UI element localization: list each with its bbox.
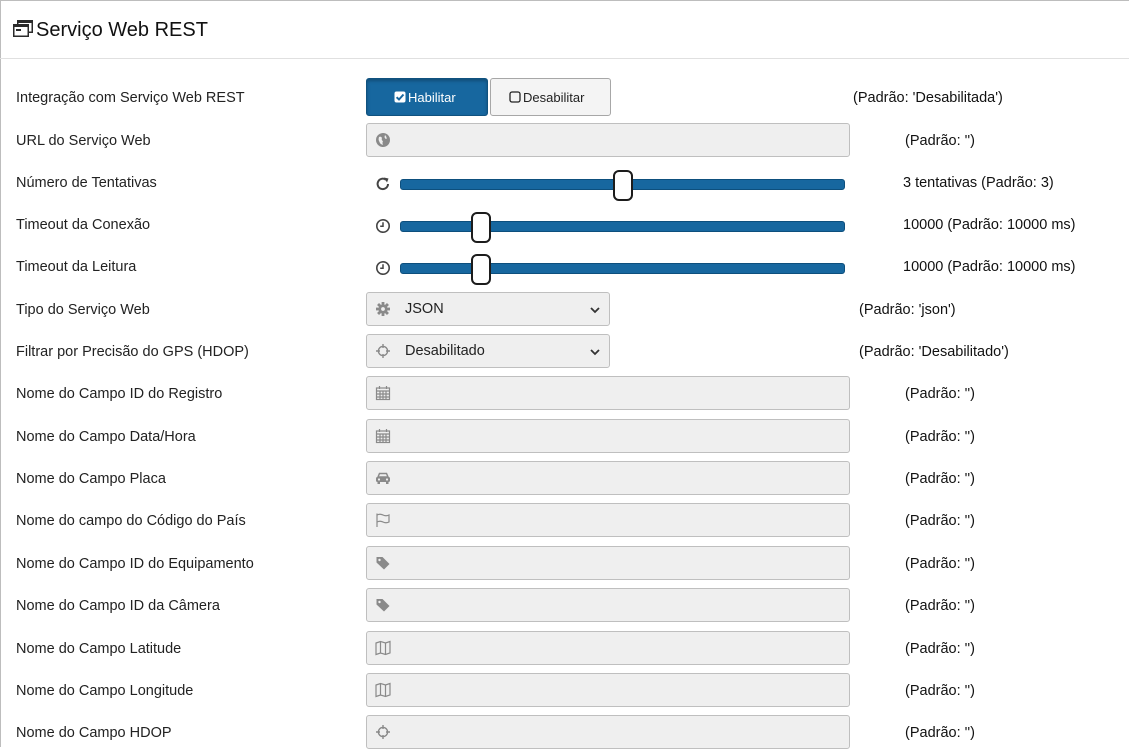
url-input[interactable] — [366, 123, 850, 157]
tentativas-label: Número de Tentativas — [16, 175, 157, 191]
row-campo-pais: Nome do campo do Código do País (Padrão:… — [0, 501, 1129, 543]
tag-icon — [376, 599, 390, 612]
campo-hdop-default: (Padrão: '') — [905, 725, 976, 741]
url-label: URL do Serviço Web — [16, 133, 151, 149]
gear-icon — [376, 302, 390, 316]
hdop-filtro-selected-value: Desabilitado — [405, 343, 485, 359]
timeout-leitura-label: Timeout da Leitura — [16, 259, 137, 275]
disable-button[interactable]: Desabilitar — [490, 78, 611, 116]
campo-data-hora-default: (Padrão: '') — [905, 429, 976, 445]
tag-icon — [376, 557, 390, 570]
timeout-conexao-slider-track[interactable] — [400, 221, 845, 232]
campo-id-registro-default: (Padrão: '') — [905, 386, 976, 402]
campo-camera-default: (Padrão: '') — [905, 598, 976, 614]
enable-button[interactable]: Habilitar — [366, 78, 488, 116]
checkbox-empty-icon — [509, 91, 521, 103]
campo-equipamento-label: Nome do Campo ID do Equipamento — [16, 556, 254, 572]
clock-icon — [376, 261, 390, 275]
calendar-icon — [375, 386, 391, 401]
campo-camera-label: Nome do Campo ID da Câmera — [16, 598, 220, 614]
row-tentativas: Número de Tentativas 3 tentativas (Padrã… — [0, 163, 1129, 205]
disable-button-label: Desabilitar — [523, 90, 585, 105]
crosshair-icon — [376, 344, 390, 358]
row-timeout-leitura: Timeout da Leitura 10000 (Padrão: 10000 … — [0, 247, 1129, 289]
campo-id-registro-label: Nome do Campo ID do Registro — [16, 386, 223, 402]
tentativas-slider-handle[interactable] — [612, 170, 633, 201]
enable-button-label: Habilitar — [408, 90, 456, 105]
globe-icon — [376, 133, 390, 147]
checkbox-checked-icon — [394, 91, 406, 103]
campo-longitude-input[interactable] — [366, 673, 850, 707]
hdop-filtro-label: Filtrar por Precisão do GPS (HDOP) — [16, 344, 249, 360]
campo-placa-label: Nome do Campo Placa — [16, 471, 166, 487]
row-timeout-conexao: Timeout da Conexão 10000 (Padrão: 10000 … — [0, 205, 1129, 247]
timeout-conexao-slider-handle[interactable] — [470, 212, 491, 243]
row-campo-placa: Nome do Campo Placa (Padrão: '') — [0, 459, 1129, 501]
campo-latitude-default: (Padrão: '') — [905, 641, 976, 657]
row-tipo: Tipo do Serviço Web JSON (Padrão: 'json'… — [0, 290, 1129, 332]
timeout-conexao-label: Timeout da Conexão — [16, 217, 151, 233]
chevron-down-icon — [590, 349, 600, 356]
row-hdop-filtro: Filtrar por Precisão do GPS (HDOP) Desab… — [0, 332, 1129, 374]
tipo-selected-value: JSON — [405, 301, 444, 317]
campo-placa-default: (Padrão: '') — [905, 471, 976, 487]
row-campo-longitude: Nome do Campo Longitude (Padrão: '') — [0, 671, 1129, 713]
campo-data-hora-input[interactable] — [366, 419, 850, 453]
campo-id-registro-input[interactable] — [366, 376, 850, 410]
campo-pais-label: Nome do campo do Código do País — [16, 513, 246, 529]
map-icon — [375, 682, 391, 698]
campo-camera-input[interactable] — [366, 588, 850, 622]
row-url: URL do Serviço Web (Padrão: '') — [0, 121, 1129, 163]
tentativas-value: 3 tentativas (Padrão: 3) — [903, 175, 1054, 191]
integracao-default: (Padrão: 'Desabilitada') — [853, 90, 1003, 106]
campo-pais-input[interactable] — [366, 503, 850, 537]
hdop-filtro-select[interactable]: Desabilitado — [366, 334, 610, 368]
campo-hdop-input[interactable] — [366, 715, 850, 749]
refresh-icon — [376, 177, 389, 191]
timeout-leitura-value: 10000 (Padrão: 10000 ms) — [903, 259, 1076, 275]
row-campo-equipamento: Nome do Campo ID do Equipamento (Padrão:… — [0, 544, 1129, 586]
row-campo-camera: Nome do Campo ID da Câmera (Padrão: '') — [0, 586, 1129, 628]
car-icon — [376, 472, 390, 484]
row-integracao: Integração com Serviço Web REST Habilita… — [0, 78, 1129, 120]
row-campo-data-hora: Nome do Campo Data/Hora (Padrão: '') — [0, 417, 1129, 459]
campo-longitude-label: Nome do Campo Longitude — [16, 683, 194, 699]
campo-placa-input[interactable] — [366, 461, 850, 495]
map-icon — [375, 640, 391, 656]
row-campo-id-registro: Nome do Campo ID do Registro (Padrão: ''… — [0, 374, 1129, 416]
timeout-leitura-slider-track[interactable] — [400, 263, 845, 274]
campo-latitude-label: Nome do Campo Latitude — [16, 641, 182, 657]
calendar-icon — [375, 429, 391, 444]
campo-longitude-default: (Padrão: '') — [905, 683, 976, 699]
header-divider — [0, 58, 1129, 59]
timeout-conexao-value: 10000 (Padrão: 10000 ms) — [903, 217, 1076, 233]
tipo-select[interactable]: JSON — [366, 292, 610, 326]
tipo-default: (Padrão: 'json') — [859, 302, 956, 318]
tipo-label: Tipo do Serviço Web — [16, 302, 150, 318]
integracao-label: Integração com Serviço Web REST — [16, 90, 245, 106]
campo-pais-default: (Padrão: '') — [905, 513, 976, 529]
crosshair-icon — [376, 725, 390, 739]
timeout-leitura-slider-handle[interactable] — [470, 254, 491, 285]
window-stack-icon — [13, 20, 33, 37]
flag-icon — [376, 513, 390, 527]
campo-hdop-label: Nome do Campo HDOP — [16, 725, 172, 741]
chevron-down-icon — [590, 307, 600, 314]
url-default: (Padrão: '') — [905, 133, 976, 149]
campo-equipamento-input[interactable] — [366, 546, 850, 580]
hdop-filtro-default: (Padrão: 'Desabilitado') — [859, 344, 1009, 360]
row-campo-latitude: Nome do Campo Latitude (Padrão: '') — [0, 629, 1129, 671]
page-title: Serviço Web REST — [36, 19, 208, 41]
row-campo-hdop: Nome do Campo HDOP (Padrão: '') — [0, 713, 1129, 755]
panel-header: Serviço Web REST — [0, 0, 1129, 59]
clock-icon — [376, 219, 390, 233]
campo-equipamento-default: (Padrão: '') — [905, 556, 976, 572]
campo-data-hora-label: Nome do Campo Data/Hora — [16, 429, 196, 445]
campo-latitude-input[interactable] — [366, 631, 850, 665]
